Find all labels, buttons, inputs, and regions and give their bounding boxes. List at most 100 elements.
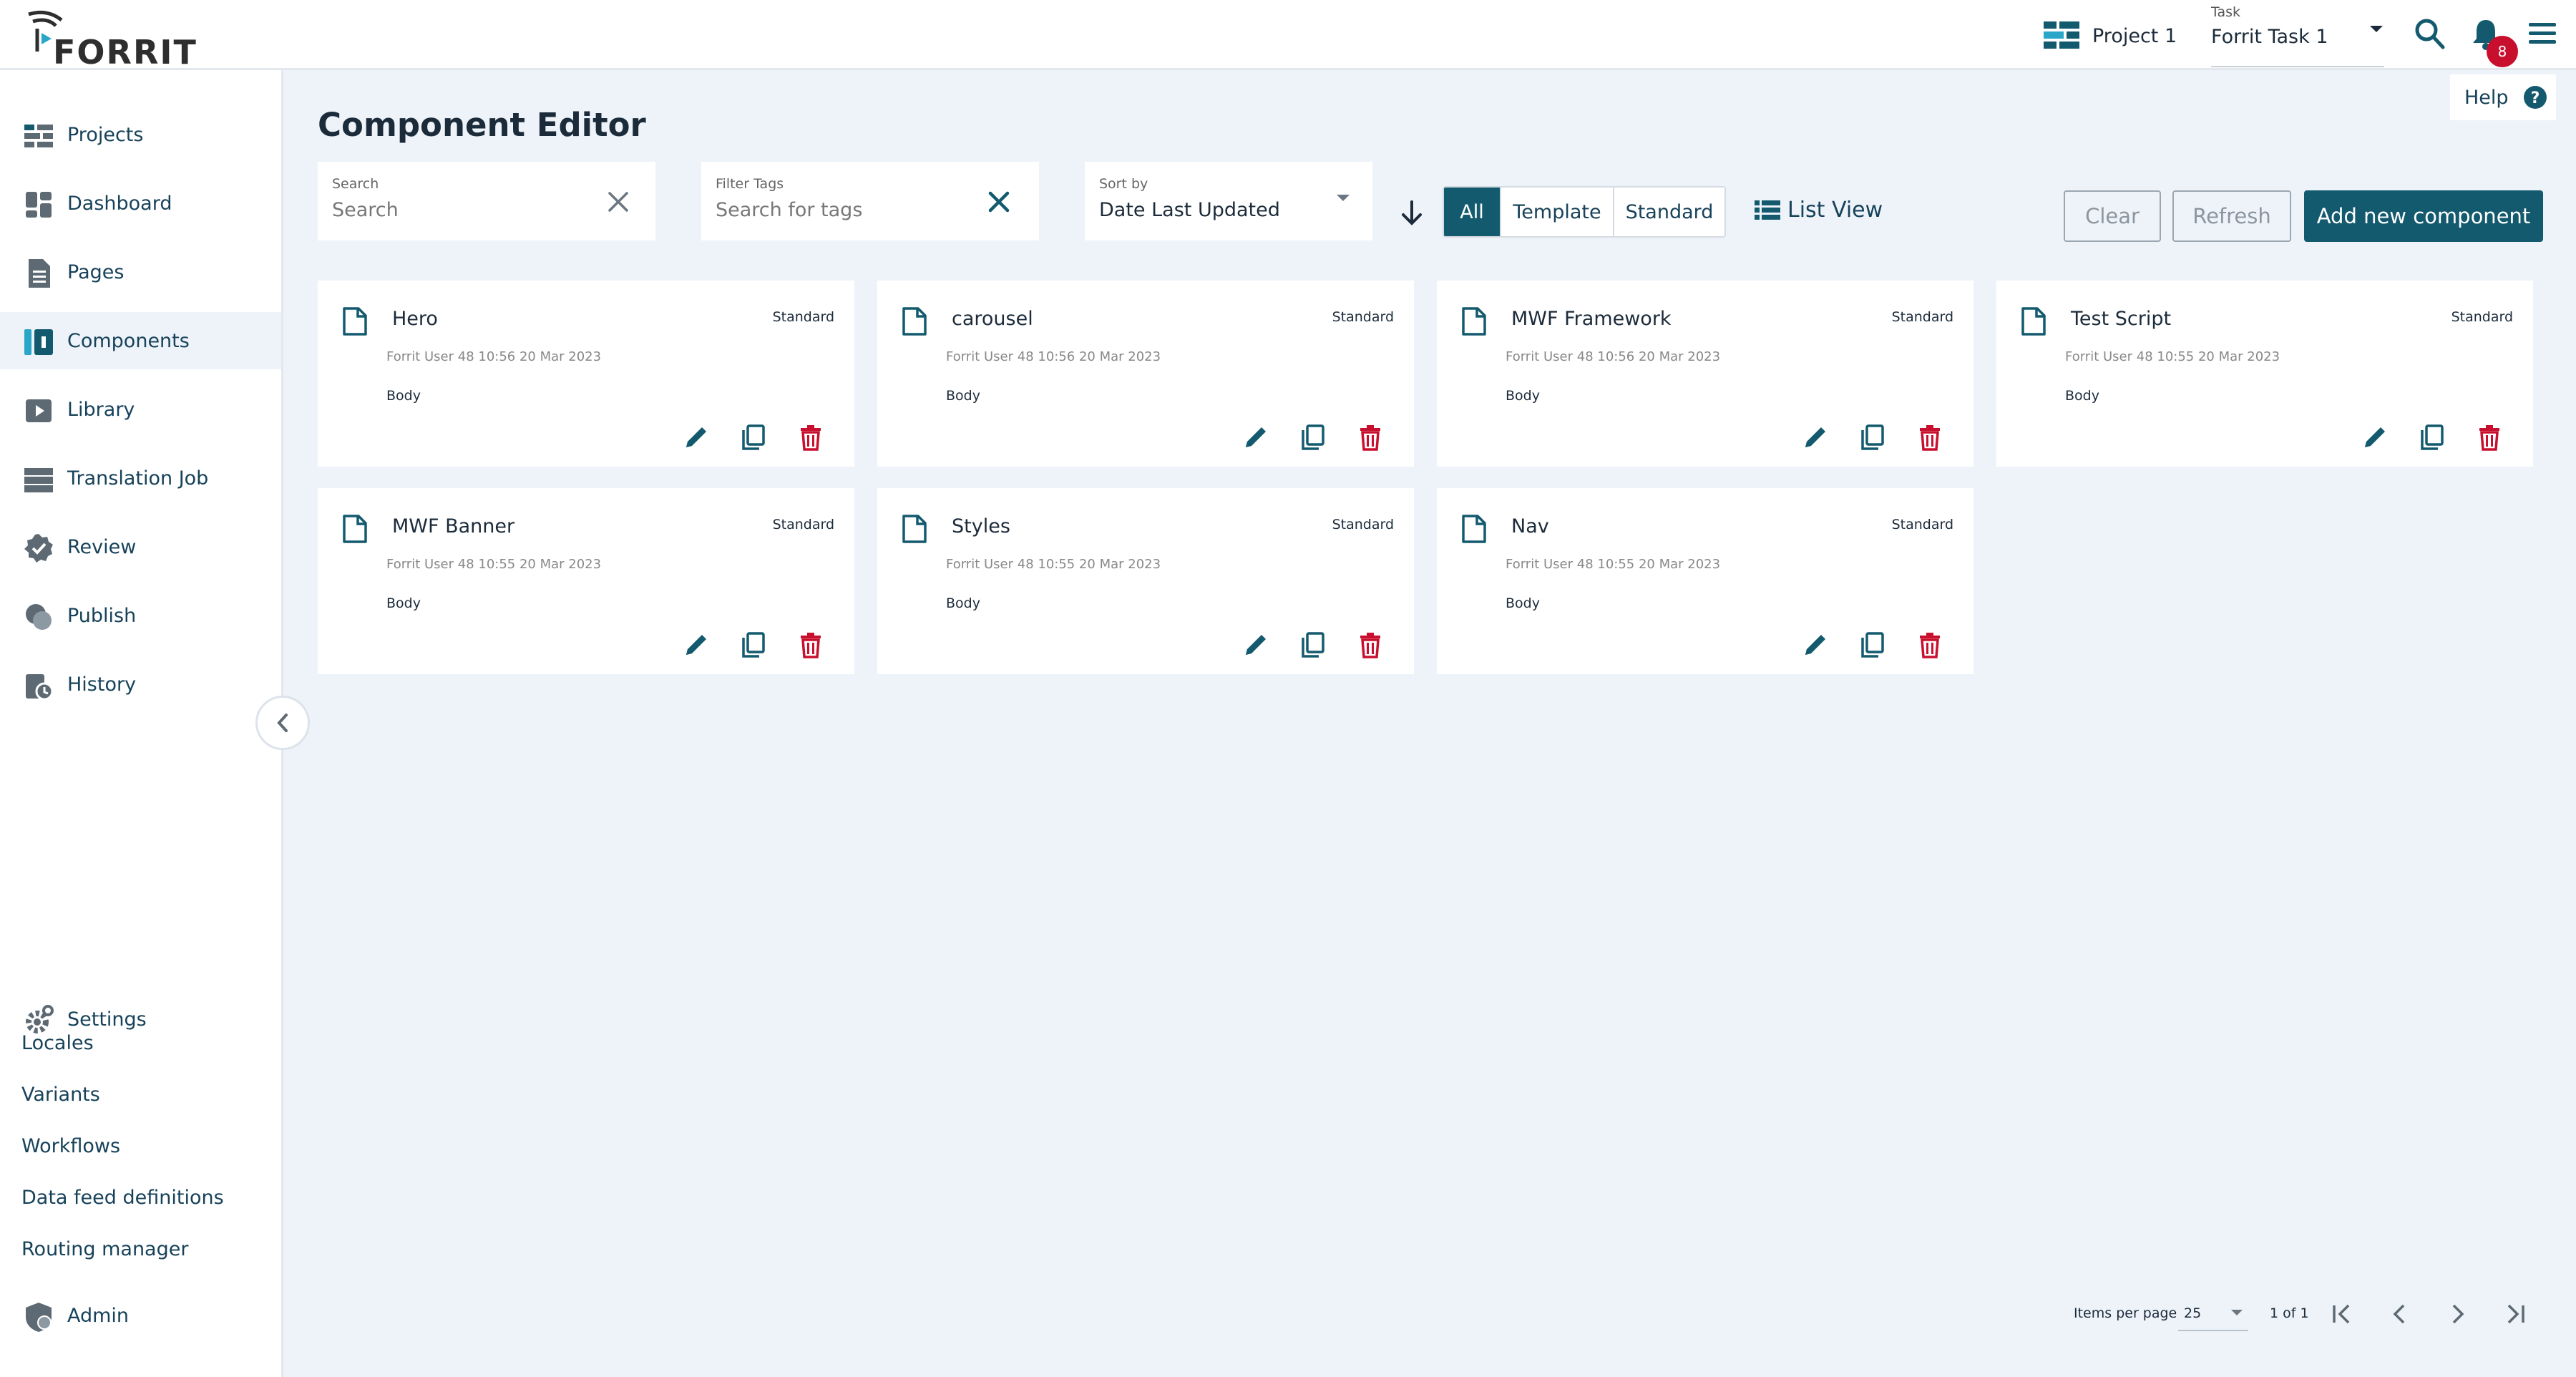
- edit-icon[interactable]: [680, 628, 713, 661]
- segment-standard[interactable]: Standard: [1614, 188, 1724, 236]
- sidebar-item-dashboard[interactable]: Dashboard: [0, 175, 281, 232]
- sort-select[interactable]: Sort by Date Last Updated: [1085, 162, 1372, 240]
- delete-icon[interactable]: [2473, 421, 2506, 454]
- sidebar-subitem-variants[interactable]: Variants: [21, 1084, 100, 1106]
- history-icon: [26, 674, 54, 701]
- forrit-logo[interactable]: FORRIT: [26, 9, 196, 72]
- logo-text: FORRIT: [53, 33, 197, 72]
- card-title[interactable]: Nav: [1511, 515, 1549, 537]
- delete-icon[interactable]: [1354, 421, 1387, 454]
- card-title[interactable]: Test Script: [2071, 308, 2171, 330]
- refresh-button[interactable]: Refresh: [2172, 190, 2291, 242]
- component-card[interactable]: Nav Standard Forrit User 48 10:55 20 Mar…: [1437, 488, 1974, 674]
- filter-tags-input[interactable]: Search for tags: [716, 199, 862, 221]
- copy-icon[interactable]: [1856, 421, 1889, 454]
- sidebar-item-publish[interactable]: Publish: [0, 587, 281, 644]
- component-card[interactable]: Test Script Standard Forrit User 48 10:5…: [1996, 281, 2533, 467]
- publish-icon: [26, 604, 52, 630]
- last-page-icon: [2507, 1304, 2524, 1324]
- card-title[interactable]: carousel: [952, 308, 1033, 330]
- sidebar-subitem-data-feed-definitions[interactable]: Data feed definitions: [21, 1187, 224, 1209]
- sidebar-item-review[interactable]: Review: [0, 518, 281, 575]
- component-card[interactable]: MWF Framework Standard Forrit User 48 10…: [1437, 281, 1974, 467]
- copy-icon[interactable]: [2416, 421, 2449, 454]
- component-card[interactable]: MWF Banner Standard Forrit User 48 10:55…: [318, 488, 854, 674]
- sidebar-item-label: Library: [67, 398, 135, 421]
- sidebar-item-label: Projects: [67, 123, 144, 146]
- card-title[interactable]: MWF Framework: [1511, 308, 1672, 330]
- first-page-button[interactable]: [2327, 1298, 2358, 1330]
- previous-page-button[interactable]: [2384, 1298, 2416, 1330]
- copy-icon[interactable]: [1297, 628, 1330, 661]
- edit-icon[interactable]: [680, 421, 713, 454]
- list-view-toggle[interactable]: List View: [1755, 198, 1883, 223]
- copy-icon[interactable]: [737, 628, 770, 661]
- pages-icon: [29, 259, 50, 288]
- sidebar-collapse-button[interactable]: [255, 696, 310, 750]
- clear-search-icon[interactable]: [604, 188, 633, 216]
- sidebar-item-label: Components: [67, 329, 190, 352]
- sidebar-item-admin[interactable]: Admin: [0, 1287, 281, 1344]
- sidebar-item-components[interactable]: Components: [0, 312, 281, 369]
- items-per-page-value: 25: [2184, 1305, 2202, 1321]
- help-icon: ?: [2523, 86, 2547, 109]
- sidebar-item-pages[interactable]: Pages: [0, 243, 281, 301]
- copy-icon[interactable]: [1297, 421, 1330, 454]
- edit-icon[interactable]: [1799, 628, 1832, 661]
- sidebar-subitem-workflows[interactable]: Workflows: [21, 1135, 120, 1157]
- type-filter-segment: All Template Standard: [1443, 186, 1726, 238]
- edit-icon[interactable]: [1799, 421, 1832, 454]
- items-per-page-select[interactable]: 25: [2178, 1295, 2248, 1331]
- sort-direction-arrow-icon[interactable]: [1399, 199, 1425, 228]
- sidebar-item-history[interactable]: History: [0, 656, 281, 713]
- menu-icon[interactable]: [2526, 17, 2559, 50]
- filter-tags-field[interactable]: Filter Tags Search for tags: [701, 162, 1039, 240]
- sidebar-item-translation-job[interactable]: Translation Job: [0, 449, 281, 507]
- component-card[interactable]: Styles Standard Forrit User 48 10:55 20 …: [877, 488, 1414, 674]
- clear-button[interactable]: Clear: [2064, 190, 2161, 242]
- search-field[interactable]: Search Search: [318, 162, 655, 240]
- card-tag: Body: [2065, 388, 2099, 404]
- project-selector[interactable]: Project 1: [2044, 19, 2177, 53]
- card-title[interactable]: MWF Banner: [392, 515, 514, 537]
- copy-icon[interactable]: [737, 421, 770, 454]
- sidebar-item-label: Translation Job: [67, 467, 209, 490]
- component-card[interactable]: carousel Standard Forrit User 48 10:56 2…: [877, 281, 1414, 467]
- card-tag: Body: [946, 595, 980, 611]
- sidebar-subitem-locales[interactable]: Locales: [21, 1032, 94, 1054]
- sidebar-subitem-routing-manager[interactable]: Routing manager: [21, 1238, 188, 1260]
- delete-icon[interactable]: [1913, 421, 1946, 454]
- items-per-page-label: Items per page: [2074, 1305, 2177, 1321]
- clear-tags-icon[interactable]: [985, 188, 1013, 216]
- sidebar-item-library[interactable]: Library: [0, 381, 281, 438]
- delete-icon[interactable]: [794, 628, 827, 661]
- card-title[interactable]: Styles: [952, 515, 1010, 537]
- search-input[interactable]: Search: [332, 199, 399, 221]
- notification-badge: 8: [2487, 36, 2518, 67]
- segment-all[interactable]: All: [1444, 188, 1501, 236]
- help-button[interactable]: Help ?: [2450, 74, 2556, 120]
- copy-icon[interactable]: [1856, 628, 1889, 661]
- edit-icon[interactable]: [2358, 421, 2391, 454]
- last-page-button[interactable]: [2499, 1298, 2530, 1330]
- card-type-badge: Standard: [772, 309, 834, 325]
- add-new-component-button[interactable]: Add new component: [2304, 190, 2543, 242]
- segment-template[interactable]: Template: [1501, 188, 1614, 236]
- library-icon: [26, 399, 52, 422]
- delete-icon[interactable]: [794, 421, 827, 454]
- task-selector[interactable]: Task Forrit Task 1: [2211, 1, 2384, 67]
- edit-icon[interactable]: [1239, 421, 1272, 454]
- card-title[interactable]: Hero: [392, 308, 438, 330]
- delete-icon[interactable]: [1913, 628, 1946, 661]
- search-icon[interactable]: [2414, 17, 2446, 52]
- sidebar-item-projects[interactable]: Projects: [0, 106, 281, 163]
- document-icon: [343, 515, 367, 543]
- delete-icon[interactable]: [1354, 628, 1387, 661]
- components-icon: [24, 329, 53, 355]
- next-page-button[interactable]: [2441, 1298, 2473, 1330]
- card-meta: Forrit User 48 10:55 20 Mar 2023: [2065, 349, 2280, 364]
- component-card[interactable]: Hero Standard Forrit User 48 10:56 20 Ma…: [318, 281, 854, 467]
- edit-icon[interactable]: [1239, 628, 1272, 661]
- card-type-badge: Standard: [2451, 309, 2513, 325]
- card-actions: [680, 421, 827, 454]
